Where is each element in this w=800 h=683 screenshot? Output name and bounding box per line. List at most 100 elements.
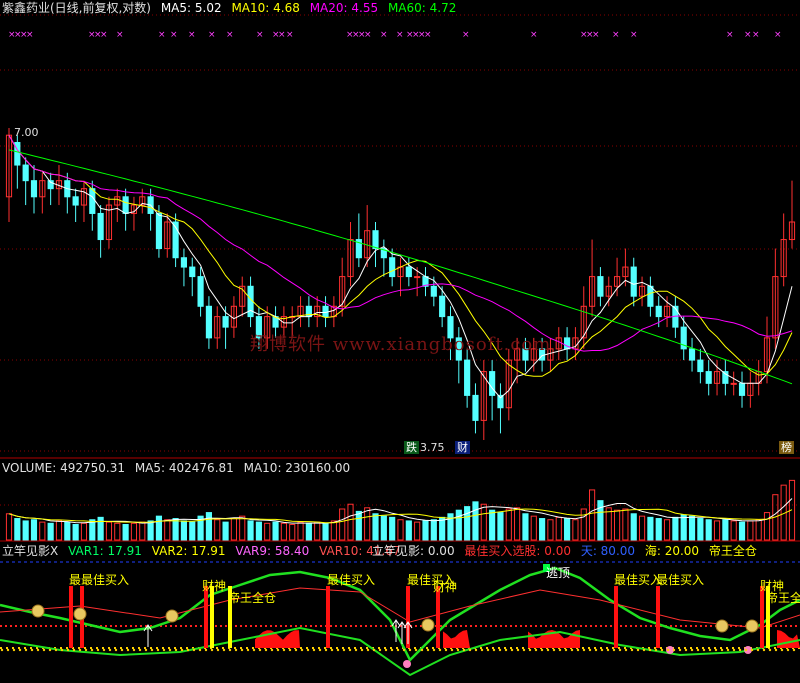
base-dot <box>300 648 304 652</box>
candle-body <box>180 257 188 268</box>
wealth-badge[interactable]: 财 <box>455 441 470 454</box>
base-dot <box>408 648 412 652</box>
volume-bar <box>547 519 554 541</box>
volume-bar <box>539 518 546 541</box>
volume-bar <box>497 512 504 541</box>
volume-bar <box>738 521 746 541</box>
volume-bar <box>230 518 237 541</box>
base-dot <box>318 648 322 652</box>
volume-bar <box>297 521 304 541</box>
base-dot <box>774 648 778 652</box>
volume-bar <box>480 503 487 541</box>
chart-window[interactable]: × × × × × × × × × × × × × × × × × × × × × × × × × × × × × × × × × × × × × × 紫… <box>0 0 800 683</box>
volume-bar <box>647 516 654 541</box>
volume-bar <box>597 500 604 541</box>
signal-best-buy-4: 最佳买入 <box>614 573 663 587</box>
base-dot <box>426 648 430 652</box>
volume-bar <box>5 513 13 541</box>
volume-bar <box>347 503 354 541</box>
volume-header: VOLUME: 492750.31 MA5: 402476.81 MA10: 2… <box>2 461 356 475</box>
volume-bar <box>214 519 221 541</box>
candle-body <box>372 230 379 250</box>
candle-body <box>222 316 229 328</box>
signal-best-buy-1: 最最佳买入 <box>69 573 130 587</box>
volume-bar <box>339 508 346 541</box>
base-dot <box>444 648 448 652</box>
base-dot <box>690 648 694 652</box>
base-dot <box>258 648 262 652</box>
volume-bar <box>747 520 754 541</box>
candle-body <box>405 266 412 278</box>
volume-bar <box>105 521 113 541</box>
volume-bar <box>755 519 762 541</box>
top-signal-mark: × <box>170 30 178 40</box>
volume-bar <box>489 509 496 541</box>
base-dot <box>756 648 760 652</box>
base-dot <box>684 648 688 652</box>
top-signal-mark: × <box>116 30 124 40</box>
base-dot <box>786 648 790 652</box>
signal-wealth-god-1: 财神 <box>202 579 227 593</box>
volume-bar <box>530 515 537 541</box>
base-dot <box>390 648 394 652</box>
base-dot <box>234 648 238 652</box>
candle-body <box>738 382 746 396</box>
base-dot <box>288 648 292 652</box>
candle-body <box>22 164 29 182</box>
volume-bar <box>64 521 71 541</box>
base-dot <box>150 648 154 652</box>
drop-badge[interactable]: 跌 <box>404 441 419 454</box>
top-signal-mark: × <box>256 30 264 40</box>
base-dot <box>210 648 214 652</box>
volume-bar <box>605 507 612 541</box>
volume-bar <box>472 501 479 541</box>
base-dot <box>624 648 628 652</box>
base-dot <box>498 648 502 652</box>
base-dot <box>414 648 418 652</box>
volume-bar <box>680 514 687 541</box>
top-badge[interactable]: 榜 <box>779 441 794 454</box>
base-dot <box>144 648 148 652</box>
best-buy-readout: 最佳买入选股: 0.00 <box>464 544 571 558</box>
base-dot <box>378 648 382 652</box>
base-dot <box>558 648 562 652</box>
indicator-name: 立竿见影X <box>2 544 59 558</box>
ma20-readout: MA20: 4.55 <box>309 1 379 15</box>
base-dot <box>312 648 316 652</box>
volume-bar <box>180 520 188 541</box>
volume-bar <box>14 518 21 541</box>
top-signal-mark: × <box>380 30 388 40</box>
base-dot <box>462 648 466 652</box>
base-dot <box>294 648 298 652</box>
base-dot <box>492 648 496 652</box>
base-dot <box>360 648 364 652</box>
candle-body <box>697 359 704 373</box>
base-dot <box>198 648 202 652</box>
smiley-icon <box>421 618 435 632</box>
sea-readout: 海: 20.00 <box>644 544 700 558</box>
volume-ma10-readout: MA10: 230160.00 <box>243 461 351 475</box>
base-dot <box>672 648 676 652</box>
signal-bar <box>436 586 440 648</box>
volume-bar <box>189 521 196 541</box>
volume-bar <box>464 506 471 541</box>
signal-wealth-god-2: 财神 <box>433 580 458 594</box>
base-dot <box>522 648 526 652</box>
base-dot <box>204 648 208 652</box>
volume-bar <box>89 519 96 541</box>
candle-body <box>197 276 204 307</box>
base-dot <box>618 648 622 652</box>
volume-bar <box>80 522 88 541</box>
base-dot <box>372 648 376 652</box>
volume-bar <box>672 516 679 541</box>
top-signal-mark: × <box>630 30 638 40</box>
low-price-label: 3.75 <box>420 441 445 454</box>
volume-bar <box>397 519 404 541</box>
signal-escape-top: 逃顶 <box>546 566 571 580</box>
candle-body <box>597 276 604 297</box>
emperor-readout: 帝王全仓 <box>708 544 757 558</box>
volume-bar <box>580 508 587 541</box>
base-dot <box>66 648 70 652</box>
candle-body <box>205 305 212 339</box>
base-dot <box>726 648 730 652</box>
